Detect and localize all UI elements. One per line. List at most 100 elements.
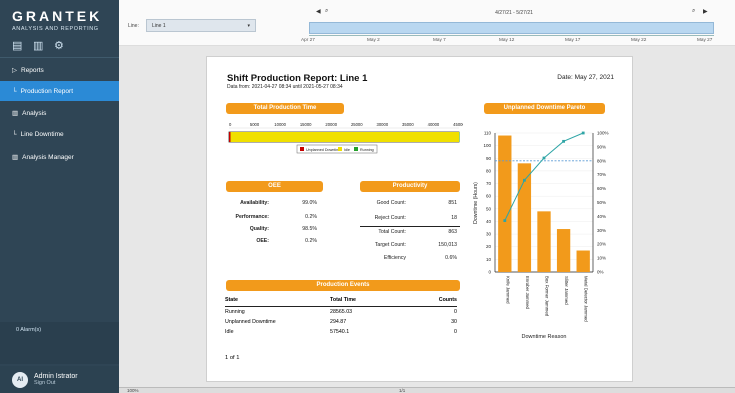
pareto-chart: 0 10 20 30 40 50 60 70 80 90 100 110 0% 10% 20% 30% 40% 5… xyxy=(473,131,609,341)
pareto-bars xyxy=(498,135,590,272)
oee-row: Quality: 98.5% xyxy=(225,226,323,236)
production-segment-idle xyxy=(230,132,459,142)
timeline-date: May 22 xyxy=(631,37,647,42)
productivity-row: Total Count: 863 xyxy=(360,229,460,239)
productivity-row: Reject Count: 18 xyxy=(360,215,460,225)
pareto-y-tick-label: 0 xyxy=(488,270,491,275)
productivity-label: Reject Count: xyxy=(374,215,406,221)
pareto-x-label: Downtime Reason xyxy=(522,334,567,340)
sidebar-item-reports[interactable]: ▷ Reports xyxy=(0,60,119,80)
productivity-label: Good Count: xyxy=(376,200,406,206)
sidebar-item-label: Analysis Manager xyxy=(22,153,74,161)
productivity-label: Total Count: xyxy=(378,229,406,235)
pareto-category-label: Knife Jammed xyxy=(505,276,510,304)
next-arrow-icon[interactable]: ▶ xyxy=(703,8,708,15)
sidebar-tool-row: ▤ ▥ ⚙ xyxy=(12,40,67,52)
sidebar-item-line-downtime[interactable]: └ Line Downtime xyxy=(0,124,119,144)
zoom-level[interactable]: 100% xyxy=(127,388,139,393)
pareto-y2-tick-label: 10% xyxy=(597,256,606,261)
analysis-icon: ▥ xyxy=(12,110,19,117)
production-axis-tick-label: 35000 xyxy=(402,122,414,127)
pareto-y2-tick-label: 60% xyxy=(597,186,606,191)
avatar: AI xyxy=(12,371,28,388)
legend-unplanned-swatch xyxy=(300,147,304,151)
zoom-out-icon[interactable]: ⌕ xyxy=(325,8,328,15)
event-total-time: 294.87 xyxy=(330,319,347,325)
table-row: Running 28565.03 0 xyxy=(225,309,457,317)
oee-label: Quality: xyxy=(249,226,269,232)
production-axis-tick-label: 45000 xyxy=(453,122,463,127)
settings-icon[interactable]: ⚙ xyxy=(54,40,67,52)
pareto-category-label: Slitter Jammed xyxy=(564,276,569,305)
page-navigation[interactable]: 1/1 xyxy=(399,388,405,393)
legend-idle-label: Idle xyxy=(344,148,350,152)
line-select[interactable]: Line 1 ▾ xyxy=(146,19,256,32)
timeline-selection[interactable] xyxy=(309,22,714,34)
sidebar-item-label: Reports xyxy=(21,66,44,74)
pareto-cumulative-point xyxy=(562,139,565,143)
productivity-value: 863 xyxy=(448,229,457,235)
oee-label: Availability: xyxy=(240,200,269,206)
oee-value: 0.2% xyxy=(305,214,317,220)
sidebar-item-label: Analysis xyxy=(22,109,47,117)
production-events-title: Production Events xyxy=(226,280,460,291)
production-axis-tick-label: 20000 xyxy=(325,122,337,127)
previous-arrow-icon[interactable]: ◀ xyxy=(316,8,321,15)
alarm-count: 0 Alarm(s) xyxy=(16,327,42,333)
app-window: GRANTEK ANALYSIS AND REPORTING ▤ ▥ ⚙ ▷ R… xyxy=(0,0,735,393)
sidebar-item-production-report[interactable]: └ Production Report xyxy=(0,81,119,101)
oee-value: 98.5% xyxy=(302,226,317,232)
total-production-chart: 0 5000 10000 15000 20000 25000 30000 35000 40000… xyxy=(228,122,463,154)
user-name: Admin Istrator xyxy=(34,373,78,380)
sidebar: GRANTEK ANALYSIS AND REPORTING ▤ ▥ ⚙ ▷ R… xyxy=(0,0,119,393)
productivity-row: Target Count: 150,013 xyxy=(360,242,460,252)
zoom-in-icon[interactable]: ⌕ xyxy=(692,8,695,15)
production-axis-tick-label: 30000 xyxy=(377,122,389,127)
timeline-date: Apr 27 xyxy=(301,37,315,42)
pareto-y-label: Downtime (Hours) xyxy=(473,182,479,224)
productivity-row: Efficiency 0.6% xyxy=(360,255,460,265)
sidebar-item-analysis-manager[interactable]: ▥ Analysis Manager xyxy=(0,147,119,167)
pareto-y2-tick-label: 40% xyxy=(597,214,606,219)
productivity-label: Efficiency xyxy=(383,255,406,261)
production-axis-tick-label: 5000 xyxy=(250,122,260,127)
timeline-range: 4/27/21 - 5/27/21 xyxy=(495,10,533,16)
pareto-y2-tick-label: 100% xyxy=(597,131,609,136)
oee-row: Availability: 99.0% xyxy=(225,200,323,210)
productivity-title: Productivity xyxy=(360,181,460,192)
report-subtitle: Data from: 2021-04-27 08:34 until 2021-0… xyxy=(227,84,343,90)
signout-link[interactable]: Sign Out xyxy=(34,380,78,386)
analysis-icon[interactable]: ▥ xyxy=(33,40,46,52)
events-table-header: State Total Time Counts xyxy=(225,297,457,307)
chart-report-icon[interactable]: ▤ xyxy=(12,40,25,52)
line-select-value: Line 1 xyxy=(152,23,166,29)
pareto-title: Unplanned Downtime Pareto xyxy=(484,103,605,114)
production-axis-tick-label: 0 xyxy=(229,122,232,127)
productivity-value: 0.6% xyxy=(445,255,457,261)
productivity-value: 150,013 xyxy=(438,242,457,248)
oee-label: OEE: xyxy=(256,238,269,244)
timeline-date: May 17 xyxy=(565,37,581,42)
sub-branch-icon: └ xyxy=(12,87,17,95)
brand-subtitle: ANALYSIS AND REPORTING xyxy=(12,26,99,32)
sidebar-item-analysis[interactable]: ▥ Analysis xyxy=(0,103,119,123)
events-col-state: State xyxy=(225,297,238,303)
pareto-y-tick-label: 70 xyxy=(486,181,492,186)
oee-row: Performance: 0.2% xyxy=(225,214,323,224)
pareto-cumulative-line xyxy=(504,132,584,221)
productivity-divider xyxy=(360,226,460,227)
productivity-label: Target Count: xyxy=(374,242,406,248)
pareto-y-tick-label: 80 xyxy=(486,168,492,173)
pareto-y2-tick-label: 90% xyxy=(597,144,606,149)
sub-branch-icon: └ xyxy=(12,130,17,138)
line-label: Line: xyxy=(128,23,139,29)
events-col-total-time: Total Time xyxy=(330,297,356,303)
pareto-bar xyxy=(576,250,590,272)
bottom-toolbar: 100% 1/1 xyxy=(119,387,735,393)
event-total-time: 28565.03 xyxy=(330,309,353,315)
chevron-down-icon: ▾ xyxy=(247,23,250,29)
production-segment-unplanned-downtime xyxy=(229,132,231,142)
user-panel[interactable]: AI Admin Istrator Sign Out xyxy=(0,366,119,393)
pareto-y2-tick-label: 70% xyxy=(597,172,606,177)
legend-unplanned-label: Unplanned Downtime xyxy=(306,148,341,152)
